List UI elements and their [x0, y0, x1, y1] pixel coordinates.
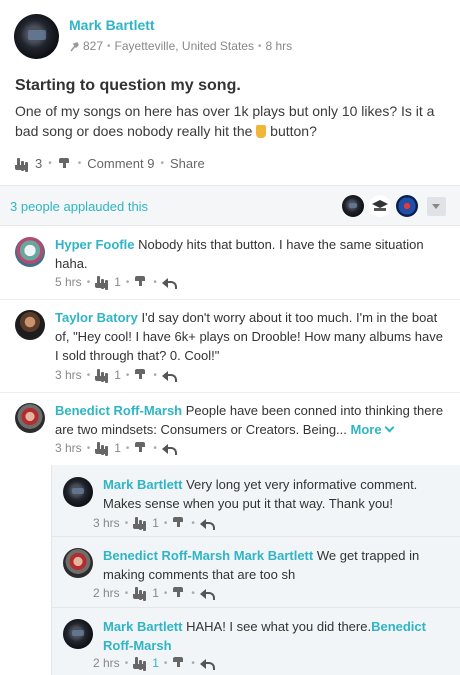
post-actions: 3 • • Comment 9 • Share — [15, 156, 205, 171]
reply-icon[interactable] — [161, 370, 177, 382]
reply-author[interactable]: Mark Bartlett — [103, 477, 182, 492]
reply-time[interactable]: 2 hrs — [93, 656, 120, 670]
boo-icon[interactable] — [134, 369, 148, 381]
comment-time[interactable]: 5 hrs — [55, 275, 82, 289]
post-header: Mark Bartlett 827 • Fayetteville, United… — [14, 14, 454, 62]
reply-meta: 2 hrs • 1 • • — [93, 586, 215, 600]
applaud-icon[interactable] — [95, 369, 109, 381]
applause-count: 1 — [152, 586, 159, 600]
comment: Hyper Foofle Nobody hits that button. I … — [0, 227, 460, 299]
post-title: Starting to question my song. — [15, 77, 241, 94]
avatar[interactable] — [63, 619, 93, 649]
comment: Taylor Batory I'd say don't worry about … — [0, 300, 460, 392]
comment-time[interactable]: 3 hrs — [55, 441, 82, 455]
applause-count: 1 — [114, 368, 121, 382]
chevron-down-icon[interactable] — [427, 197, 446, 216]
applaud-icon[interactable] — [133, 657, 147, 669]
boo-icon[interactable] — [172, 657, 186, 669]
boo-icon[interactable] — [172, 587, 186, 599]
reply-time[interactable]: 2 hrs — [93, 586, 120, 600]
comment-author[interactable]: Benedict Roff-Marsh — [55, 403, 182, 418]
more-link[interactable]: More — [351, 422, 393, 437]
applauder-avatar[interactable] — [369, 195, 391, 217]
applaud-icon[interactable] — [133, 587, 147, 599]
reply-author[interactable]: Mark Bartlett — [103, 619, 182, 634]
reply-icon[interactable] — [161, 277, 177, 289]
post-time[interactable]: 8 hrs — [265, 39, 292, 53]
applauded-by-link[interactable]: 3 people applauded this — [10, 199, 148, 214]
rock-hand-icon — [256, 125, 267, 138]
share-button[interactable]: Share — [170, 156, 205, 171]
boo-icon[interactable] — [134, 442, 148, 454]
applauder-avatar[interactable] — [396, 195, 418, 217]
comment-meta: 5 hrs • 1 • • — [55, 275, 177, 289]
reply-meta: 3 hrs • 1 • • — [93, 516, 215, 530]
post-author-name[interactable]: Mark Bartlett — [69, 17, 155, 33]
applause-count: 3 — [35, 156, 43, 171]
comment-meta: 3 hrs • 1 • • — [55, 441, 177, 455]
avatar[interactable] — [15, 403, 45, 433]
mention-link[interactable]: Mark Bartlett — [234, 548, 313, 563]
reply-icon[interactable] — [199, 518, 215, 530]
comment-meta: 3 hrs • 1 • • — [55, 368, 177, 382]
comment-time[interactable]: 3 hrs — [55, 368, 82, 382]
reply-icon[interactable] — [161, 443, 177, 455]
reply-author[interactable]: Benedict Roff-Marsh — [103, 548, 230, 563]
reply-icon[interactable] — [199, 588, 215, 600]
comment-author[interactable]: Taylor Batory — [55, 310, 138, 325]
avatar[interactable] — [15, 310, 45, 340]
post-meta: 827 • Fayetteville, United States • 8 hr… — [70, 39, 292, 53]
reply-text: HAHA! I see what you did there. — [186, 619, 372, 634]
comment-button[interactable]: Comment 9 — [87, 156, 154, 171]
author-avatar[interactable] — [14, 14, 59, 59]
reply: Mark Bartlett HAHA! I see what you did t… — [0, 608, 460, 675]
reply: Benedict Roff-Marsh Mark Bartlett We get… — [0, 537, 460, 607]
avatar[interactable] — [15, 237, 45, 267]
post-body: One of my songs on here has over 1k play… — [15, 103, 435, 139]
guitar-headstock-icon — [70, 41, 79, 52]
avatar[interactable] — [63, 477, 93, 507]
boo-icon[interactable] — [58, 157, 72, 170]
applaud-icon[interactable] — [133, 517, 147, 529]
applause-count: 1 — [152, 516, 159, 530]
applause-bar: 3 people applauded this — [0, 185, 460, 226]
applaud-icon[interactable] — [15, 157, 29, 170]
location: Fayetteville, United States — [114, 39, 254, 53]
follower-count: 827 — [83, 39, 104, 53]
reply-time[interactable]: 3 hrs — [93, 516, 120, 530]
applause-count: 1 — [114, 441, 121, 455]
reply-icon[interactable] — [199, 658, 215, 670]
applaud-icon[interactable] — [95, 442, 109, 454]
boo-icon[interactable] — [134, 276, 148, 288]
applauder-avatar[interactable] — [342, 195, 364, 217]
applause-count: 1 — [152, 656, 159, 670]
reply: Mark Bartlett Very long yet very informa… — [0, 466, 460, 536]
reply-meta: 2 hrs • 1 • • — [93, 656, 215, 670]
comment-author[interactable]: Hyper Foofle — [55, 237, 134, 252]
comment: Benedict Roff-Marsh People have been con… — [0, 393, 460, 465]
applaud-icon[interactable] — [95, 276, 109, 288]
avatar[interactable] — [63, 548, 93, 578]
applause-count: 1 — [114, 275, 121, 289]
boo-icon[interactable] — [172, 517, 186, 529]
